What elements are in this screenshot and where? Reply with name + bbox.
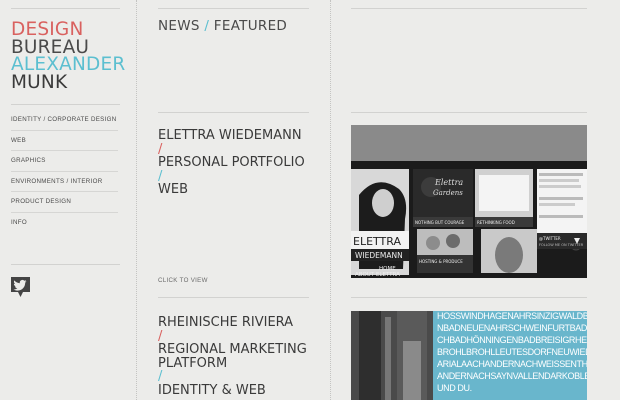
cyan-slash: / bbox=[158, 369, 163, 384]
poster-text-line: NBADNEUENAHRSCHWEINFURTBADBREISIGRHEIN bbox=[437, 323, 587, 333]
svg-text:Gardens: Gardens bbox=[433, 189, 463, 197]
project-title-link[interactable]: RHEINISCHE RIVIERA / REGIONAL MARKETING … bbox=[158, 316, 308, 397]
brand-line: DESIGN bbox=[11, 19, 84, 40]
thumb-caption-2: RETHINKING FOOD bbox=[477, 220, 515, 225]
brand-line: MUNK bbox=[11, 71, 68, 93]
project-subtitle: PLATFORM bbox=[158, 355, 228, 371]
brand-logo[interactable]: DESIGN BUREAU ALEXANDER MUNK bbox=[11, 21, 125, 91]
nav-item-info[interactable]: INFO bbox=[11, 213, 118, 233]
divider bbox=[11, 104, 120, 105]
project-thumbnail[interactable]: ELETTRA WIEDEMANN HOME ABOUT ELETTRA Ele… bbox=[351, 125, 587, 278]
divider bbox=[158, 297, 309, 298]
thumb-nav-b: ABOUT ELETTRA bbox=[355, 272, 400, 278]
poster-text-line: ANDERNACHSAYNVALLENDARKOBLENZ bbox=[437, 371, 587, 381]
divider bbox=[351, 8, 587, 9]
twitter-bird-icon[interactable] bbox=[10, 276, 31, 298]
click-to-view-link[interactable]: CLICK TO VIEW bbox=[158, 277, 208, 284]
nav-item-identity[interactable]: IDENTITY / CORPORATE DESIGN bbox=[11, 110, 118, 131]
project-subtitle: REGIONAL MARKETING bbox=[158, 342, 307, 357]
project-category: IDENTITY & WEB bbox=[158, 382, 266, 398]
divider bbox=[351, 112, 587, 113]
poster-text-line: HOSSWINDHAGENAHRSINZIGWALDBREITB bbox=[437, 311, 587, 321]
nav-item-web[interactable]: WEB bbox=[11, 131, 118, 151]
divider bbox=[11, 8, 120, 9]
project-title-link[interactable]: ELETTRA WIEDEMANN / PERSONAL PORTFOLIO /… bbox=[158, 129, 308, 197]
divider bbox=[158, 8, 309, 9]
divider bbox=[11, 264, 120, 265]
nav-item-environments[interactable]: ENVIRONMENTS / INTERIOR bbox=[11, 172, 118, 192]
thumb-caption-3: HOSTING & PRODUCE bbox=[419, 259, 463, 264]
thumb-twitter-handle: @TWITTER bbox=[539, 236, 561, 241]
nav-item-graphics[interactable]: GRAPHICS bbox=[11, 151, 118, 172]
thumb-brand-line2: WIEDEMANN bbox=[355, 251, 403, 260]
red-slash: / bbox=[158, 328, 163, 344]
poster-text-line: BROHLBROHLLEUTESDORFNEUWIEDM bbox=[437, 347, 587, 357]
column-divider bbox=[330, 0, 331, 400]
svg-text:Elettra: Elettra bbox=[434, 178, 463, 187]
poster-text-line: ARIALAACHANDERNACHWEISSENTHUR bbox=[437, 359, 587, 369]
thumb-brand-line1: ELETTRA bbox=[353, 235, 401, 248]
project-thumbnail[interactable]: HOSSWINDHAGENAHRSINZIGWALDBREITB NBADNEU… bbox=[351, 311, 587, 400]
project-title: RHEINISCHE RIVIERA bbox=[158, 315, 294, 330]
breadcrumb-news[interactable]: NEWS bbox=[158, 18, 200, 34]
brand-line: ALEXANDER bbox=[11, 54, 126, 75]
main-nav: IDENTITY / CORPORATE DESIGN WEB GRAPHICS… bbox=[11, 110, 118, 232]
red-slash: / bbox=[158, 141, 163, 157]
cyan-slash: / bbox=[158, 168, 163, 184]
project-subtitle: PERSONAL PORTFOLIO bbox=[158, 155, 305, 170]
breadcrumb: NEWS / FEATURED bbox=[158, 18, 287, 34]
column-divider bbox=[136, 0, 137, 400]
thumb-caption-1: NOTHING BUT COURAGE bbox=[415, 220, 465, 225]
riviera-poster-image: HOSSWINDHAGENAHRSINZIGWALDBREITB NBADNEU… bbox=[351, 311, 587, 400]
divider bbox=[351, 297, 587, 298]
breadcrumb-separator: / bbox=[204, 18, 210, 34]
poster-text-line: CHBADHÖNNINGENBADBREISIGRHEIN bbox=[437, 335, 587, 345]
tablet-screenshot-image: ELETTRA WIEDEMANN HOME ABOUT ELETTRA Ele… bbox=[351, 125, 587, 278]
project-title: ELETTRA WIEDEMANN bbox=[158, 128, 302, 143]
breadcrumb-featured: FEATURED bbox=[213, 18, 288, 34]
divider bbox=[158, 112, 309, 113]
project-category: WEB bbox=[158, 182, 188, 197]
nav-item-product-design[interactable]: PRODUCT DESIGN bbox=[11, 192, 118, 213]
poster-text-line: UND DU. bbox=[437, 383, 472, 393]
